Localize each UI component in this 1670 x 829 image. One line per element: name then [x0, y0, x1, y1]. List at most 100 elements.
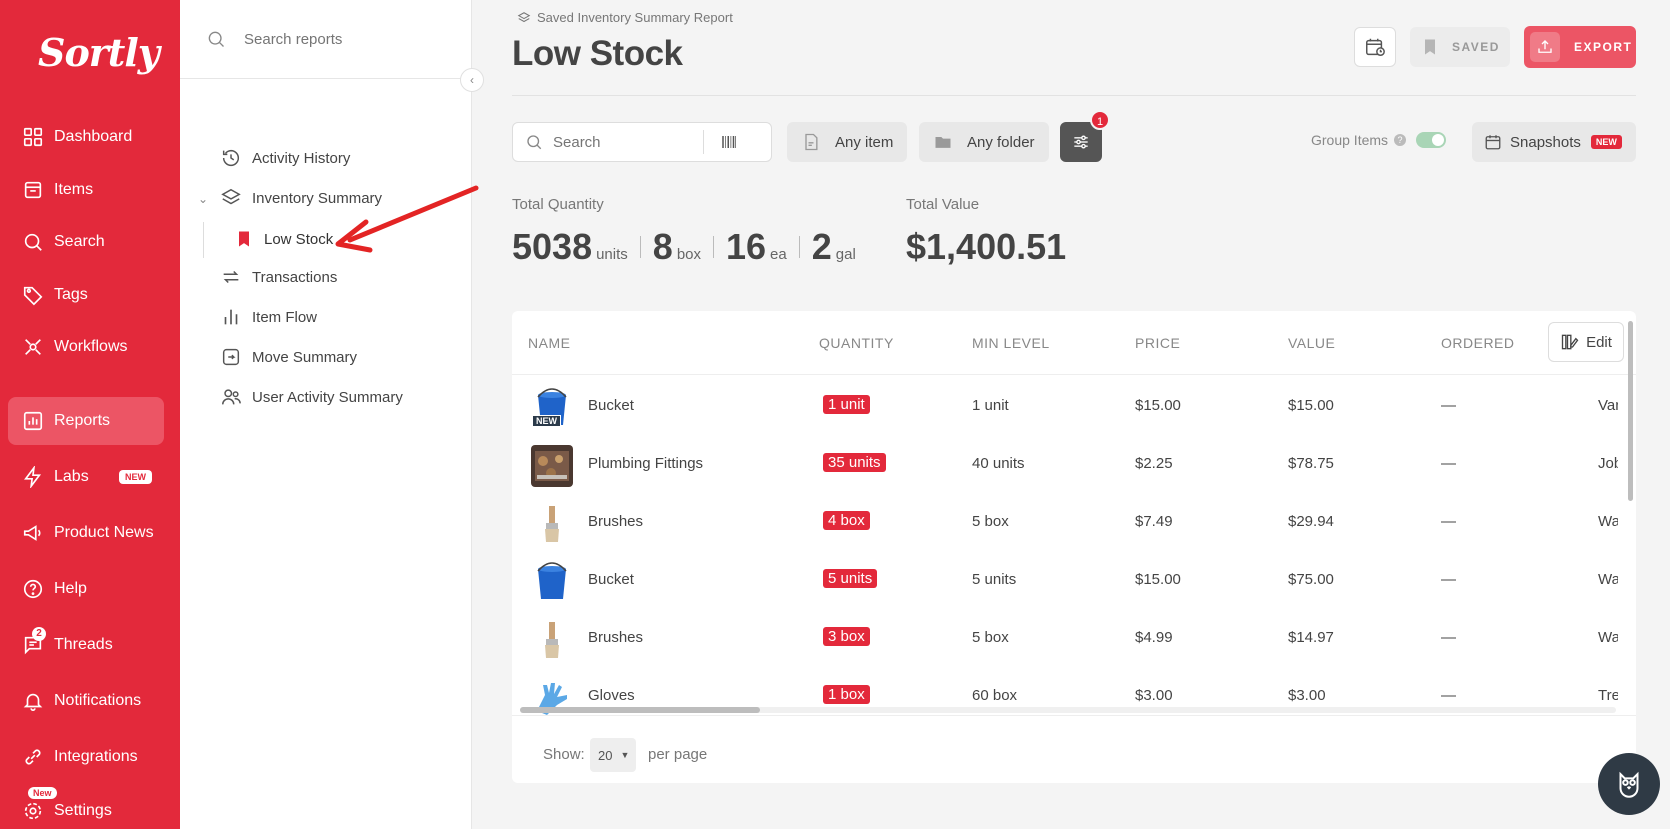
scrollbar-thumb[interactable] — [1628, 321, 1633, 501]
vertical-scrollbar[interactable] — [1628, 321, 1633, 701]
column-header-quantity[interactable]: QUANTITY — [819, 335, 894, 351]
min-level-cell: 1 unit — [972, 397, 1009, 414]
search-icon — [24, 233, 42, 251]
horizontal-scrollbar[interactable] — [520, 707, 1616, 713]
quantity-badge: 5 units — [823, 569, 878, 588]
item-thumbnail: NEW — [531, 387, 573, 429]
collapse-panel-button[interactable]: ‹ — [460, 68, 484, 92]
report-item-activity-history[interactable]: Activity History — [220, 145, 350, 171]
reports-search — [180, 0, 472, 79]
quantity-badge: 1 box — [823, 685, 870, 704]
per-page-value: 20 — [598, 747, 613, 763]
reports-search-input[interactable] — [244, 30, 464, 48]
calendar-icon — [1485, 135, 1501, 150]
nav-item-integrations[interactable]: Integrations — [8, 733, 164, 781]
nav-label: Integrations — [54, 748, 138, 765]
table-row[interactable]: Brushes 4 box 5 box $7.49 $29.94 — War — [512, 493, 1622, 551]
chevron-down-icon[interactable]: ⌄ — [198, 192, 208, 206]
nav-item-items[interactable]: Items — [8, 166, 164, 214]
nav-item-reports[interactable]: Reports — [8, 397, 164, 445]
item-name[interactable]: Bucket — [588, 571, 634, 588]
table-row[interactable]: Bucket 5 units 5 units $15.00 $75.00 — War — [512, 551, 1622, 609]
report-item-low-stock[interactable]: Low Stock — [234, 226, 333, 252]
nav-item-threads[interactable]: 2 Threads — [8, 621, 164, 669]
export-label: EXPORT — [1574, 40, 1633, 54]
snapshots-button[interactable]: Snapshots NEW — [1472, 122, 1636, 162]
truncated-cell: Trey — [1598, 687, 1618, 704]
item-name[interactable]: Gloves — [588, 687, 635, 704]
item-search-input[interactable] — [553, 133, 703, 151]
item-name[interactable]: Bucket — [588, 397, 634, 414]
nav-item-help[interactable]: Help — [8, 565, 164, 613]
any-item-filter[interactable]: Any item — [787, 122, 908, 162]
per-page-select[interactable]: 20 ▼ — [590, 738, 636, 772]
report-item-inventory-summary[interactable]: Inventory Summary — [220, 185, 382, 211]
report-item-transactions[interactable]: Transactions — [220, 264, 337, 290]
nav-item-search[interactable]: Search — [8, 218, 164, 266]
nav-label: Items — [54, 181, 94, 198]
ordered-cell: — — [1441, 513, 1456, 530]
quantity-unit: ea — [770, 246, 787, 263]
report-table: NAME QUANTITY MIN LEVEL PRICE VALUE ORDE… — [512, 311, 1636, 783]
snapshots-label: Snapshots — [1510, 133, 1581, 151]
column-header-price[interactable]: PRICE — [1135, 335, 1180, 351]
nav-item-notifications[interactable]: Notifications — [8, 677, 164, 725]
table-row[interactable]: Plumbing Fittings 35 units 40 units $2.25 $7… — [512, 435, 1622, 493]
item-name[interactable]: Brushes — [588, 513, 643, 530]
help-icon[interactable]: ? — [1394, 134, 1407, 146]
nav-item-settings[interactable]: New Settings — [8, 787, 164, 829]
value-cell: $3.00 — [1288, 687, 1326, 704]
sortly-logo[interactable]: Sortly — [38, 30, 160, 75]
group-items-toggle[interactable] — [1416, 132, 1447, 148]
column-header-ordered[interactable]: ORDERED — [1441, 335, 1515, 351]
export-button[interactable]: EXPORT — [1524, 26, 1636, 68]
nav-label: Dashboard — [54, 128, 133, 145]
new-badge: NEW — [1590, 135, 1622, 149]
column-header-name[interactable]: NAME — [528, 335, 570, 351]
move-icon — [222, 348, 240, 366]
page-title: Low Stock — [512, 34, 683, 73]
barcode-icon[interactable] — [720, 133, 738, 151]
edit-columns-button[interactable]: Edit — [1548, 322, 1624, 362]
nav-item-product-news[interactable]: Product News — [8, 509, 164, 557]
filter-count-badge: 1 — [1090, 110, 1110, 130]
layers-icon — [221, 188, 241, 205]
report-item-move-summary[interactable]: Move Summary — [220, 344, 357, 370]
any-folder-filter[interactable]: Any folder — [919, 122, 1049, 162]
table-row[interactable]: NEW Bucket 1 unit 1 unit $15.00 $15.00 — Van — [512, 377, 1622, 435]
value-cell: $78.75 — [1288, 455, 1334, 472]
item-name[interactable]: Brushes — [588, 629, 643, 646]
threads-count-badge: 2 — [32, 627, 46, 641]
show-label: Show: — [543, 746, 585, 763]
help-icon — [23, 579, 43, 599]
nav-item-tags[interactable]: Tags — [8, 271, 164, 319]
group-items-label: Group Items — [1311, 132, 1389, 148]
workflows-icon — [25, 339, 41, 355]
nav-item-dashboard[interactable]: Dashboard — [8, 113, 164, 161]
item-name[interactable]: Plumbing Fittings — [588, 455, 703, 472]
report-item-item-flow[interactable]: Item Flow — [220, 304, 317, 330]
table-header: NAME QUANTITY MIN LEVEL PRICE VALUE ORDE… — [512, 311, 1636, 375]
value-cell: $15.00 — [1288, 397, 1334, 414]
min-level-cell: 40 units — [972, 455, 1025, 472]
scrollbar-thumb[interactable] — [520, 707, 760, 713]
megaphone-icon — [23, 525, 41, 541]
schedule-button[interactable] — [1354, 27, 1396, 67]
lightning-icon — [24, 466, 42, 488]
report-item-user-activity-summary[interactable]: User Activity Summary — [220, 384, 403, 410]
item-thumbnail — [531, 445, 573, 487]
help-assistant-button[interactable] — [1598, 753, 1660, 815]
breadcrumb: Saved Inventory Summary Report — [517, 10, 733, 25]
total-value-label: Total Value — [906, 196, 980, 213]
quantity-unit: gal — [835, 246, 856, 263]
saved-button[interactable]: SAVED — [1410, 27, 1510, 67]
price-cell: $15.00 — [1135, 397, 1181, 414]
nav-item-workflows[interactable]: Workflows — [8, 323, 164, 371]
item-thumbnail — [531, 561, 573, 603]
column-header-value[interactable]: VALUE — [1288, 335, 1335, 351]
table-row[interactable]: Brushes 3 box 5 box $4.99 $14.97 — War — [512, 609, 1622, 667]
table-footer: Show: 20 ▼ per page — [512, 715, 1636, 783]
columns-edit-icon — [1561, 334, 1579, 350]
nav-item-labs[interactable]: Labs NEW — [8, 453, 164, 501]
column-header-min-level[interactable]: MIN LEVEL — [972, 335, 1050, 351]
